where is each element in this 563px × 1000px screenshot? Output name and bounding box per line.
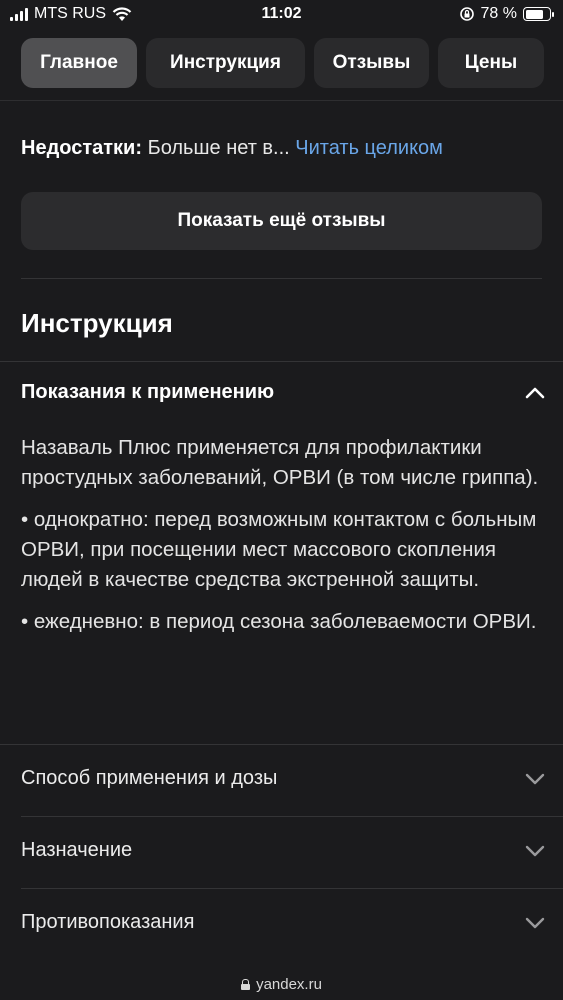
battery-level — [525, 9, 544, 19]
divider — [0, 744, 563, 745]
lock-icon — [241, 978, 251, 990]
indications-paragraph: Назаваль Плюс применяется для профилакти… — [21, 436, 539, 489]
accordion-indications[interactable]: Показания к применению — [21, 381, 545, 404]
accordion-title: Показания к применению — [21, 381, 275, 403]
divider — [0, 361, 563, 362]
show-more-reviews-button[interactable]: Показать ещё отзывы — [21, 192, 542, 250]
read-more-link[interactable]: Читать целиком — [295, 137, 443, 159]
review-flaw: Недостатки: Больше нет в... Читать целик… — [21, 137, 443, 160]
chevron-down-icon — [525, 773, 545, 784]
indications-paragraph: • ежедневно: в период сезона заболеваемо… — [21, 610, 537, 633]
divider — [21, 816, 563, 817]
accordion-contraindications[interactable]: Противопоказания — [21, 911, 545, 934]
accordion-title: Противопоказания — [21, 911, 195, 933]
divider — [21, 888, 563, 889]
accordion-title: Назначение — [21, 839, 133, 861]
tab-main[interactable]: Главное — [21, 38, 137, 88]
orientation-lock-icon — [459, 7, 474, 21]
status-right: 78 % — [459, 5, 554, 23]
chevron-down-icon — [525, 917, 545, 928]
indications-body: Назаваль Плюс применяется для профилакти… — [21, 433, 546, 649]
instruction-title: Инструкция — [21, 308, 173, 338]
status-bar: MTS RUS 11:02 78 % — [0, 0, 563, 30]
tab-reviews[interactable]: Отзывы — [314, 38, 429, 88]
tab-instruction[interactable]: Инструкция — [146, 38, 305, 88]
accordion-dosage[interactable]: Способ применения и дозы — [21, 767, 545, 790]
tab-prices[interactable]: Цены — [438, 38, 544, 88]
flaw-text: Больше нет в... — [142, 137, 290, 159]
accordion-title: Способ применения и дозы — [21, 767, 278, 789]
tabs-divider — [0, 100, 563, 101]
chevron-down-icon — [525, 845, 545, 856]
battery-icon — [523, 7, 554, 21]
chevron-up-icon — [525, 387, 545, 398]
section-divider — [21, 278, 542, 279]
accordion-purpose[interactable]: Назначение — [21, 839, 545, 862]
indications-paragraph: • однократно: перед возможным контактом … — [21, 508, 537, 591]
url-bar[interactable]: yandex.ru — [0, 968, 563, 1000]
battery-percent: 78 % — [480, 5, 517, 22]
flaw-label: Недостатки: — [21, 137, 143, 159]
tab-bar: Главное Инструкция Отзывы Цены — [21, 38, 544, 88]
url-domain: yandex.ru — [256, 975, 322, 993]
